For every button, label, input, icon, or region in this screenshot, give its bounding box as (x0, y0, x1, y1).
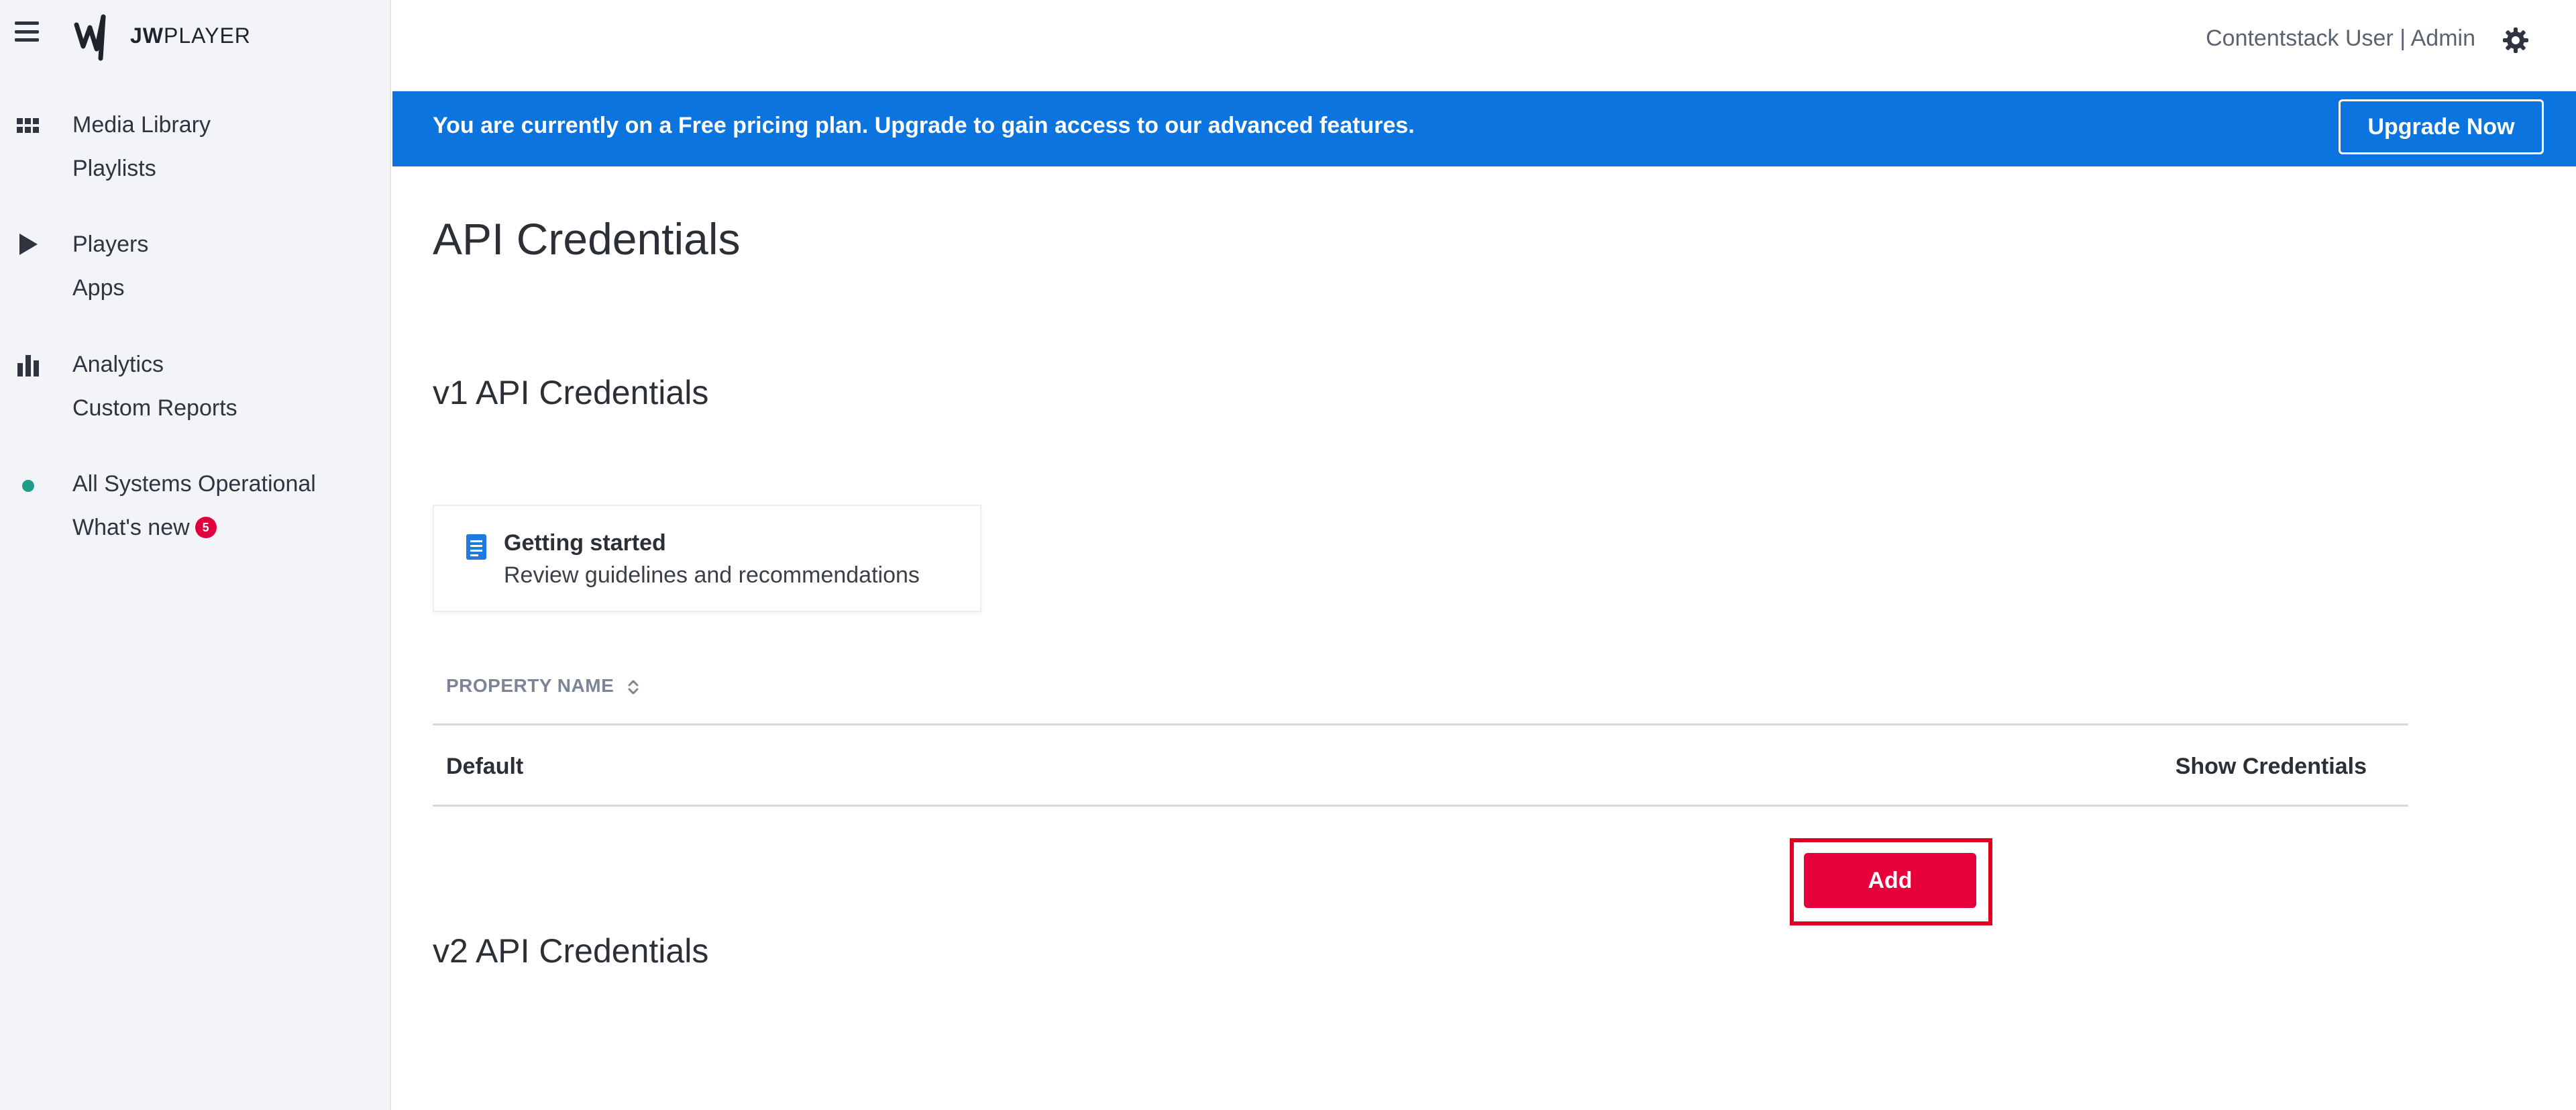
hamburger-menu-icon[interactable] (15, 21, 39, 42)
sidebar-item-apps[interactable]: Apps (72, 275, 125, 301)
sidebar-item-label: What's new (72, 515, 190, 540)
jw-logo-icon (74, 14, 106, 61)
logo-text: JWPLAYER (130, 23, 251, 48)
upgrade-now-button[interactable]: Upgrade Now (2339, 99, 2544, 154)
jwplayer-logo[interactable]: JWPLAYER (72, 5, 251, 66)
sidebar-item-players[interactable]: Players (72, 232, 148, 258)
banner-text: You are currently on a Free pricing plan… (433, 113, 1415, 138)
property-name-column-header[interactable]: PROPERTY NAME (446, 675, 640, 697)
pricing-banner: You are currently on a Free pricing plan… (392, 91, 2576, 166)
user-info[interactable]: Contentstack User | Admin (2206, 26, 2475, 52)
card-subtitle: Review guidelines and recommendations (504, 562, 920, 588)
property-name-cell: Default (446, 754, 524, 779)
show-credentials-link[interactable]: Show Credentials (2176, 754, 2367, 780)
sidebar: JWPLAYER Media Library Playlists Players… (0, 0, 391, 1110)
sidebar-item-system-status[interactable]: All Systems Operational (72, 471, 316, 497)
notification-badge: 5 (195, 517, 217, 539)
grid-icon (16, 114, 40, 138)
add-button[interactable]: Add (1804, 853, 1976, 908)
gear-icon[interactable] (2502, 27, 2529, 54)
bar-chart-icon (16, 353, 40, 377)
sidebar-item-media-library[interactable]: Media Library (72, 112, 211, 138)
sidebar-item-custom-reports[interactable]: Custom Reports (72, 395, 237, 421)
card-title: Getting started (504, 530, 666, 556)
sort-icon (628, 680, 639, 695)
sidebar-item-whats-new[interactable]: What's new 5 (72, 515, 217, 541)
status-dot-icon (16, 474, 40, 498)
table-row: Default Show Credentials (433, 725, 2408, 807)
play-icon (16, 232, 40, 256)
sidebar-item-analytics[interactable]: Analytics (72, 352, 164, 378)
getting-started-card[interactable]: Getting started Review guidelines and re… (433, 505, 981, 612)
top-header: Contentstack User | Admin (392, 0, 2576, 91)
page-title: API Credentials (433, 214, 741, 264)
v1-section-title: v1 API Credentials (433, 374, 709, 411)
document-icon (466, 534, 486, 560)
v2-section-title: v2 API Credentials (433, 932, 709, 970)
sidebar-item-playlists[interactable]: Playlists (72, 156, 156, 182)
